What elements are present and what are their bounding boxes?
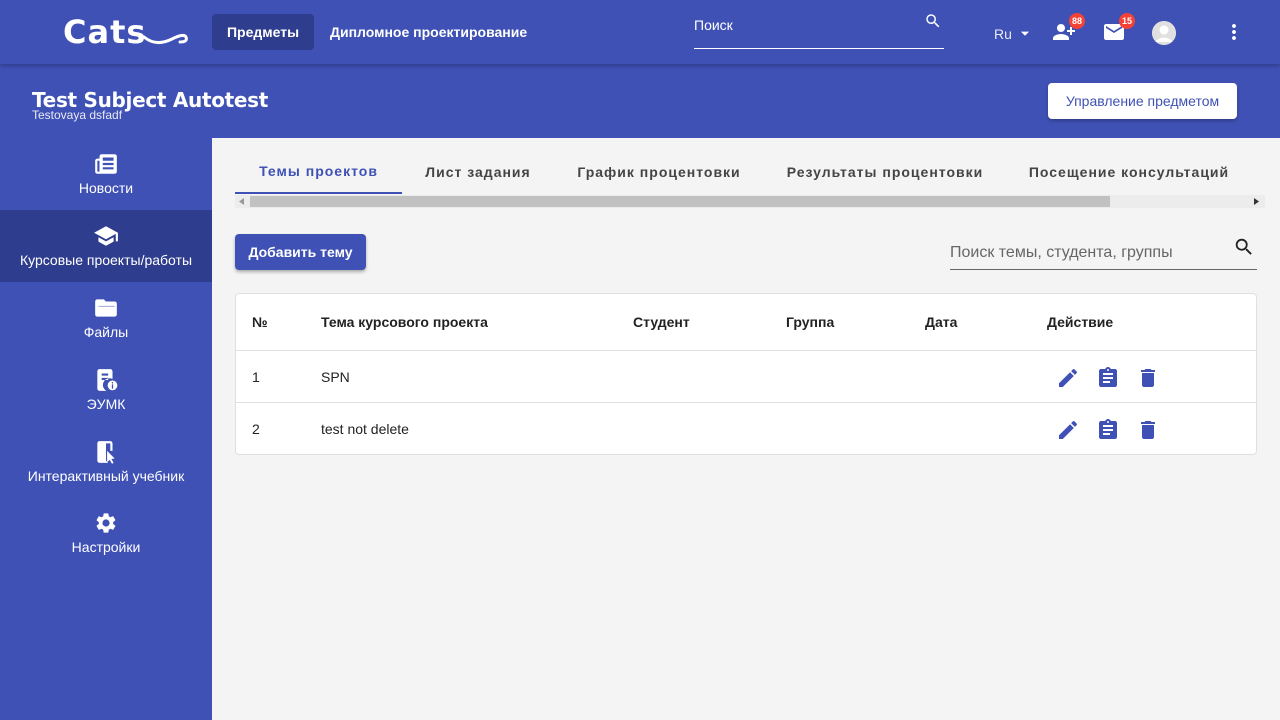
assign-button[interactable] bbox=[1096, 418, 1120, 447]
tabs-scrollbar[interactable] bbox=[235, 195, 1265, 208]
topics-table: № Тема курсового проекта Студент Группа … bbox=[235, 293, 1257, 455]
more-menu-button[interactable] bbox=[1222, 20, 1246, 49]
trash-icon bbox=[1141, 421, 1155, 439]
subject-subtitle: Testovaya dsfadf bbox=[32, 108, 123, 122]
topic-search-input[interactable] bbox=[950, 244, 1225, 262]
search-icon[interactable] bbox=[1233, 236, 1255, 263]
sidebar-item-course-projects[interactable]: Курсовые проекты/работы bbox=[0, 210, 212, 282]
language-select[interactable]: Ru bbox=[994, 26, 1032, 42]
tab-task-sheet[interactable]: Лист задания bbox=[402, 150, 554, 194]
topic-search bbox=[950, 236, 1257, 270]
avatar-icon bbox=[1152, 21, 1176, 45]
sidebar-item-interactive-book[interactable]: Интерактивный учебник bbox=[0, 426, 212, 498]
dropdown-arrow-icon bbox=[1020, 31, 1029, 36]
tab-percentage-results[interactable]: Результаты процентовки bbox=[764, 150, 1006, 194]
tab-consultation-attendance[interactable]: Посещение консультаций bbox=[1006, 150, 1252, 194]
assign-button[interactable] bbox=[1096, 366, 1120, 395]
clipboard-icon bbox=[1099, 419, 1117, 439]
edit-button[interactable] bbox=[1056, 418, 1080, 447]
clipboard-icon bbox=[1099, 367, 1117, 387]
row-topic: SPN bbox=[321, 368, 350, 385]
scrollbar-thumb[interactable] bbox=[250, 196, 1110, 207]
add-topic-button[interactable]: Добавить тему bbox=[235, 234, 366, 270]
table-header-row: № Тема курсового проекта Студент Группа … bbox=[236, 294, 1256, 351]
subject-header: Test Subject Autotest Testovaya dsfadf У… bbox=[0, 64, 1280, 138]
sidebar-item-label: Файлы bbox=[83, 324, 129, 340]
sidebar-item-label: Новости bbox=[78, 180, 134, 196]
edit-button[interactable] bbox=[1056, 366, 1080, 395]
language-value: Ru bbox=[994, 26, 1012, 42]
school-icon bbox=[92, 223, 120, 249]
messages-badge: 15 bbox=[1119, 13, 1135, 29]
manage-subject-button[interactable]: Управление предметом bbox=[1048, 83, 1237, 119]
folder-icon bbox=[93, 295, 119, 321]
sidebar: Новости Курсовые проекты/работы Файлы ЭУ… bbox=[0, 138, 212, 720]
header-group[interactable]: Группа bbox=[786, 294, 834, 350]
global-search bbox=[694, 10, 944, 49]
notifications-badge: 88 bbox=[1069, 13, 1085, 29]
user-avatar[interactable] bbox=[1152, 21, 1176, 45]
delete-button[interactable] bbox=[1136, 366, 1160, 395]
sidebar-item-eumk[interactable]: ЭУМК bbox=[0, 354, 212, 426]
sidebar-item-label: Настройки bbox=[71, 539, 141, 555]
interactive-book-icon bbox=[93, 439, 119, 465]
sidebar-item-settings[interactable]: Настройки bbox=[0, 498, 212, 570]
gear-icon bbox=[94, 510, 118, 536]
more-vert-icon bbox=[1232, 24, 1236, 40]
search-icon[interactable] bbox=[924, 12, 942, 35]
sidebar-item-label: Курсовые проекты/работы bbox=[19, 252, 193, 268]
sidebar-item-label: ЭУМК bbox=[86, 396, 126, 412]
table-row: 2 test not delete bbox=[236, 403, 1256, 454]
nav-diploma-button[interactable]: Дипломное проектирование bbox=[314, 14, 543, 50]
messages-button[interactable]: 15 bbox=[1102, 13, 1135, 49]
global-search-input[interactable] bbox=[694, 17, 914, 33]
trash-icon bbox=[1141, 369, 1155, 387]
top-app-bar: Cats Предметы Дипломное проектирование R… bbox=[0, 0, 1280, 64]
row-number: 1 bbox=[252, 368, 260, 385]
header-action: Действие bbox=[1047, 314, 1114, 330]
scroll-right-arrow-icon[interactable] bbox=[1253, 198, 1259, 205]
header-student[interactable]: Студент bbox=[633, 294, 690, 350]
tab-bar: Темы проектов Лист задания График процен… bbox=[235, 150, 1257, 194]
tab-percentage-schedule[interactable]: График процентовки bbox=[554, 150, 764, 194]
friend-requests-button[interactable]: 88 bbox=[1052, 13, 1085, 49]
tab-project-topics[interactable]: Темы проектов bbox=[235, 150, 402, 194]
book-info-icon bbox=[93, 367, 119, 393]
sidebar-item-label: Интерактивный учебник bbox=[27, 468, 185, 484]
scroll-left-arrow-icon[interactable] bbox=[239, 198, 245, 205]
app-logo[interactable]: Cats bbox=[63, 13, 190, 51]
row-number: 2 bbox=[252, 420, 260, 437]
sidebar-item-files[interactable]: Файлы bbox=[0, 282, 212, 354]
edit-icon bbox=[1059, 368, 1078, 387]
table-row: 1 SPN bbox=[236, 351, 1256, 403]
delete-button[interactable] bbox=[1136, 418, 1160, 447]
sidebar-item-news[interactable]: Новости bbox=[0, 138, 212, 210]
news-icon bbox=[93, 151, 119, 177]
logo-tail-icon bbox=[142, 33, 189, 44]
logo-text: Cats bbox=[63, 13, 147, 51]
header-number[interactable]: № bbox=[252, 294, 268, 350]
header-topic[interactable]: Тема курсового проекта bbox=[321, 294, 488, 350]
header-date[interactable]: Дата bbox=[925, 294, 957, 350]
row-topic: test not delete bbox=[321, 420, 409, 437]
edit-icon bbox=[1059, 420, 1078, 439]
nav-subjects-button[interactable]: Предметы bbox=[212, 14, 314, 50]
